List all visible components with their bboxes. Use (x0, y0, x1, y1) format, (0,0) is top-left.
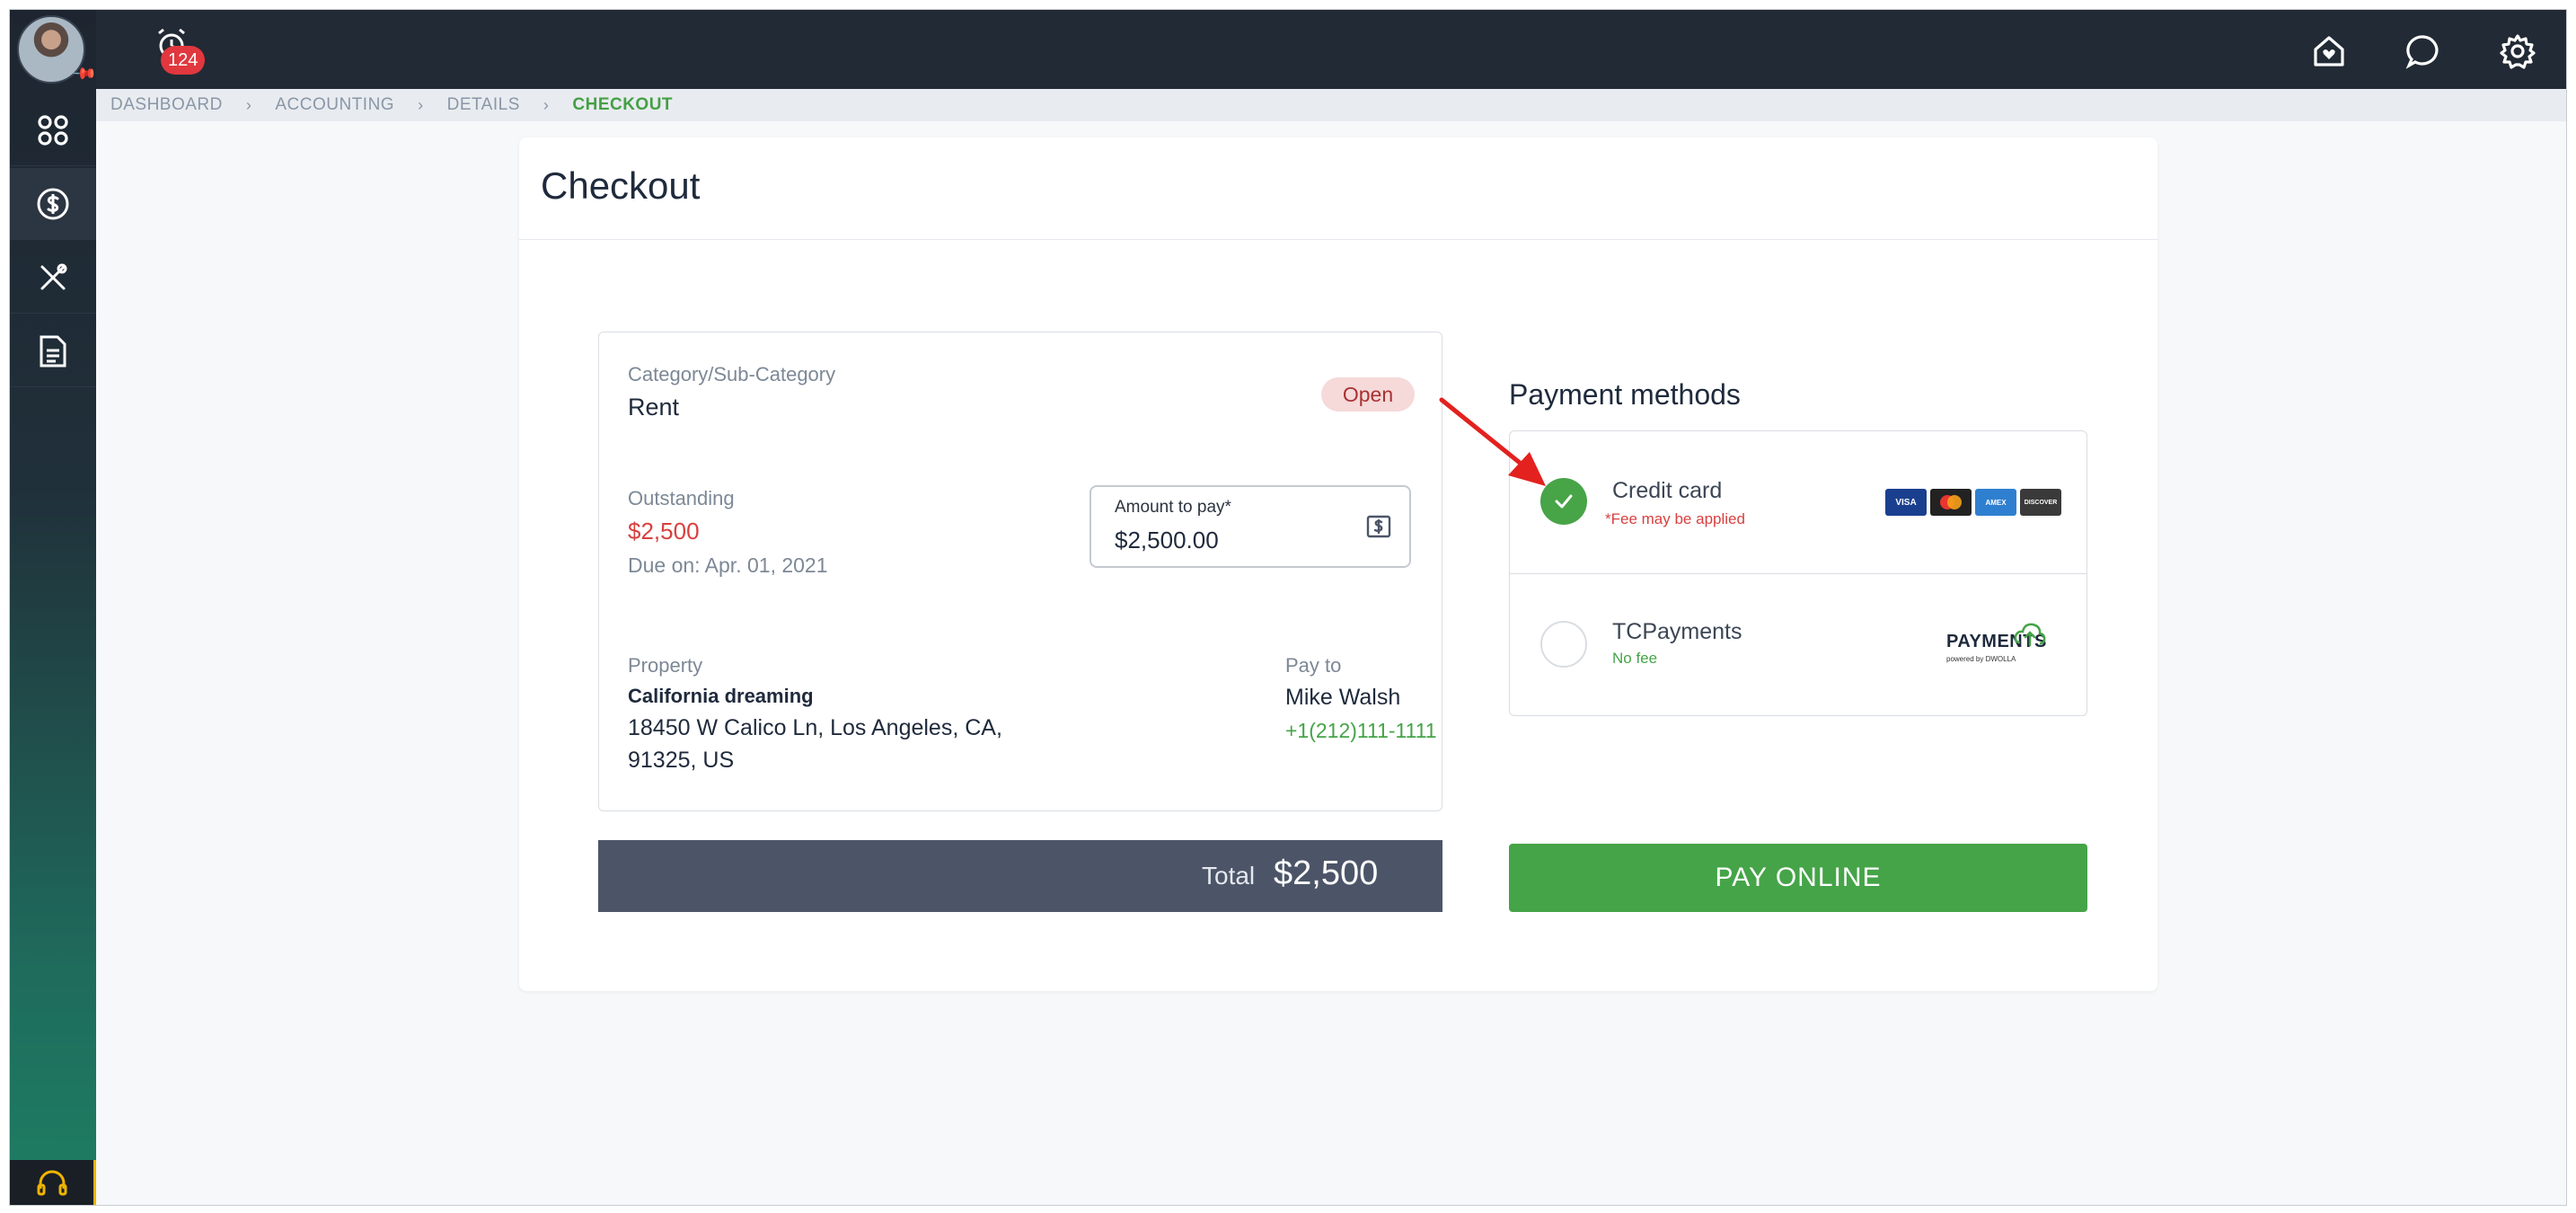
messages-button[interactable] (2404, 31, 2443, 71)
amount-label: Amount to pay* (1115, 498, 1231, 517)
sidebar: 📌 (10, 10, 98, 1205)
document-icon (40, 335, 66, 367)
status-badge: Open (1321, 377, 1415, 412)
outstanding-value: $2,500 (628, 518, 700, 545)
outstanding-label: Outstanding (628, 487, 735, 509)
settings-button[interactable] (2498, 31, 2537, 71)
due-date: Due on: Apr. 01, 2021 (628, 553, 828, 577)
chat-bubble-icon (2405, 35, 2439, 69)
payment-option-credit-card[interactable]: Credit card *Fee may be applied VISA AME… (1510, 431, 2086, 573)
amex-logo-icon: AMEX (1975, 489, 2016, 516)
amount-input[interactable]: $2,500.00 (1115, 527, 1219, 554)
sidebar-item-accounting[interactable] (10, 168, 96, 240)
breadcrumb-checkout: CHECKOUT (572, 95, 674, 114)
dollar-circle-icon (37, 188, 69, 219)
annotation-arrow-icon (1439, 397, 1546, 486)
gear-icon (2500, 34, 2536, 69)
top-bar: 124 (96, 10, 2566, 89)
pay-to-label: Pay to (1285, 654, 1342, 677)
breadcrumb-accounting[interactable]: ACCOUNTING (275, 95, 394, 115)
home-button[interactable] (2309, 31, 2349, 71)
sidebar-item-documents[interactable] (10, 315, 96, 387)
pay-to-name: Mike Walsh (1285, 685, 1401, 710)
payment-option-tcpayments[interactable]: TCPayments No fee PAYMENTS powered by DW… (1510, 573, 2086, 715)
breadcrumb: DASHBOARD › ACCOUNTING › DETAILS › CHECK… (96, 89, 2566, 121)
chevron-right-icon: › (418, 95, 424, 114)
page-title: Checkout (541, 164, 701, 207)
pay-online-button[interactable]: PAY ONLINE (1509, 844, 2087, 912)
home-heart-icon (2314, 36, 2344, 66)
payment-methods-list: Credit card *Fee may be applied VISA AME… (1509, 430, 2087, 716)
tools-icon (40, 263, 67, 289)
mastercard-logo-icon (1930, 489, 1972, 516)
chevron-right-icon: › (245, 95, 252, 114)
category-label: Category/Sub-Category (628, 363, 836, 385)
sidebar-item-maintenance[interactable] (10, 242, 96, 314)
payment-option-name: TCPayments (1612, 619, 1742, 644)
app-window: 📌 124 DASHBOARD › ACCOUNTING › DETAILS ›… (9, 9, 2567, 1206)
fee-note-asterisk: * (1605, 510, 1611, 527)
breadcrumb-dashboard[interactable]: DASHBOARD (110, 95, 223, 115)
total-label: Total (1202, 862, 1256, 890)
amount-to-pay-field[interactable]: Amount to pay* $2,500.00 (1090, 485, 1411, 568)
checkout-card: Checkout Category/Sub-Category Rent Open… (519, 137, 2157, 991)
fee-note-text: Fee may be applied (1610, 510, 1745, 527)
visa-logo-icon: VISA (1885, 489, 1927, 516)
pay-to-phone[interactable]: +1(212)111-1111 (1285, 719, 1437, 743)
discover-logo-icon: DISCOVER (2020, 489, 2061, 516)
property-label: Property (628, 654, 703, 677)
total-value: $2,500 (1274, 854, 1379, 892)
total-bar: Total $2,500 (598, 840, 1442, 912)
property-name: California dreaming (628, 685, 814, 707)
chevron-right-icon: › (543, 95, 550, 114)
headset-icon (37, 1170, 66, 1196)
fee-note: *Fee may be applied (1605, 510, 1745, 528)
divider (519, 239, 2157, 240)
dollar-bill-icon (1366, 515, 1391, 538)
sidebar-item-dashboard[interactable] (10, 94, 96, 166)
no-fee-note: No fee (1612, 650, 1658, 667)
checkmark-icon (1555, 494, 1573, 509)
alarm-count-badge: 124 (161, 46, 206, 75)
property-address-line2: 91325, US (628, 748, 735, 773)
charge-details-panel: Category/Sub-Category Rent Open Outstand… (598, 332, 1442, 811)
grid-icon (38, 114, 68, 146)
radio-tcpayments[interactable] (1540, 621, 1587, 668)
category-value: Rent (628, 394, 680, 421)
breadcrumb-details[interactable]: DETAILS (447, 95, 520, 115)
payment-option-name: Credit card (1612, 478, 1723, 503)
property-address-line1: 18450 W Calico Ln, Los Angeles, CA, (628, 715, 1002, 740)
support-button[interactable] (10, 1160, 96, 1205)
tcpayments-logo-icon: PAYMENTS powered by DWOLLA (1946, 621, 2072, 666)
